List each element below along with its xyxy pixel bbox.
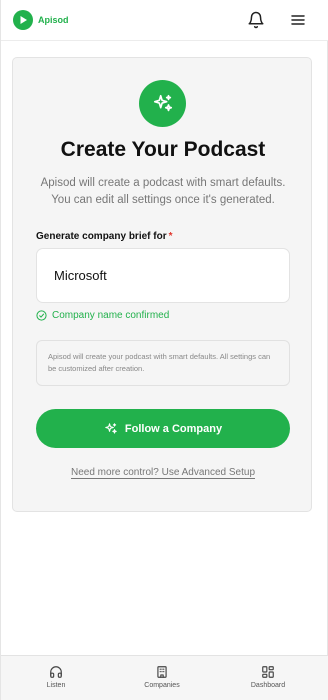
confirm-text: Company name confirmed — [52, 310, 170, 321]
follow-company-button[interactable]: Follow a Company — [36, 409, 290, 448]
required-marker: * — [168, 231, 173, 242]
brand-logo[interactable]: Apisod — [13, 10, 69, 30]
nav-label-companies: Companies — [144, 682, 180, 689]
top-header: Apisod — [1, 0, 328, 41]
sparkles-icon — [139, 80, 186, 127]
page-title: Create Your Podcast — [60, 138, 266, 161]
company-field-label: Generate company brief for * — [36, 231, 173, 242]
headphones-icon — [50, 666, 62, 678]
nav-label-dashboard: Dashboard — [250, 682, 286, 689]
company-field-label-text: Generate company brief for — [36, 231, 167, 242]
nav-item-dashboard[interactable]: Dashboard — [228, 665, 308, 689]
nav-item-companies[interactable]: Companies — [122, 665, 202, 689]
nav-item-listen[interactable]: Listen — [16, 665, 96, 689]
info-box: Apisod will create your podcast with sma… — [36, 340, 290, 386]
create-podcast-card: Create Your Podcast Apisod will create a… — [12, 57, 312, 512]
bell-icon[interactable] — [247, 11, 265, 29]
follow-company-label: Follow a Company — [124, 422, 223, 435]
play-icon — [13, 10, 33, 30]
company-confirmed-status: Company name confirmed — [36, 310, 169, 321]
page-subtitle: Apisod will create a podcast with smart … — [40, 177, 286, 206]
check-circle-icon — [36, 310, 47, 321]
dashboard-grid-icon — [262, 666, 274, 678]
advanced-setup-link[interactable]: Need more control? Use Advanced Setup — [71, 467, 255, 478]
company-name-input[interactable] — [36, 248, 290, 303]
bottom-nav: Listen Companies Dashboard — [1, 655, 328, 700]
brand-name: Apisod — [38, 15, 69, 25]
building-icon — [157, 666, 167, 678]
advanced-setup-link-wrap: Need more control? Use Advanced Setup — [13, 467, 313, 478]
nav-label-listen: Listen — [46, 682, 66, 689]
sparkles-icon — [105, 422, 117, 434]
app-frame: Apisod Create Your Podcast Apisod will c… — [0, 0, 328, 700]
hamburger-icon[interactable] — [290, 12, 306, 28]
